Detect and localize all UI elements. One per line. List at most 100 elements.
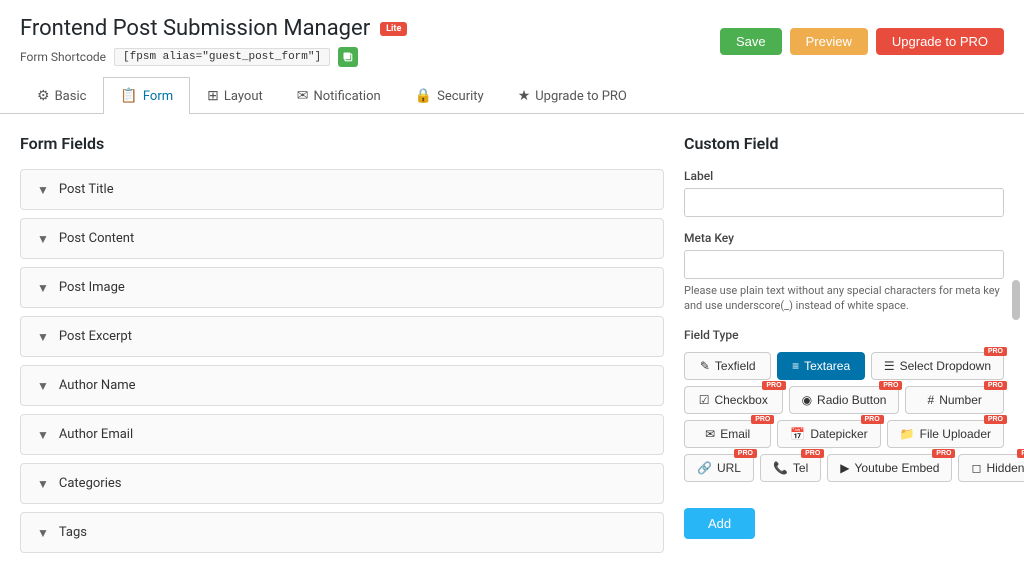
shortcode-value: [fpsm alias="guest_post_form"]	[114, 48, 330, 66]
field-item-categories[interactable]: ▼ Categories	[20, 463, 664, 504]
shortcode-row: Form Shortcode [fpsm alias="guest_post_f…	[20, 47, 407, 67]
field-item-post-content[interactable]: ▼ Post Content	[20, 218, 664, 259]
field-item-post-title[interactable]: ▼ Post Title	[20, 169, 664, 210]
arrow-icon: ▼	[37, 232, 49, 246]
form-fields-panel: Form Fields ▼ Post Title ▼ Post Content …	[20, 134, 664, 561]
tab-upgrade[interactable]: ★ Upgrade to PRO	[501, 77, 644, 114]
lite-badge: Lite	[380, 22, 407, 36]
tab-layout-label: Layout	[224, 89, 263, 104]
type-datepicker[interactable]: 📅 Datepicker PRO	[777, 420, 880, 448]
meta-key-help: Please use plain text without any specia…	[684, 283, 1004, 314]
radio-icon: ◉	[802, 393, 812, 407]
field-label: Post Image	[59, 280, 125, 295]
tab-notification[interactable]: ✉ Notification	[280, 77, 398, 114]
pro-badge: PRO	[879, 381, 902, 390]
main-content: Form Fields ▼ Post Title ▼ Post Content …	[0, 114, 1024, 581]
file-icon: 📁	[900, 427, 915, 441]
title-text: Frontend Post Submission Manager	[20, 16, 370, 41]
header-buttons: Save Preview Upgrade to PRO	[720, 28, 1004, 55]
custom-field-title: Custom Field	[684, 134, 1004, 153]
type-file-uploader[interactable]: 📁 File Uploader PRO	[887, 420, 1004, 448]
shortcode-label: Form Shortcode	[20, 50, 106, 64]
field-type-group: Field Type ✎ Texfield ≡ Textarea	[684, 328, 1004, 482]
tab-basic-label: Basic	[55, 89, 87, 104]
type-tel[interactable]: 📞 Tel PRO	[760, 454, 821, 482]
type-textarea[interactable]: ≡ Textarea	[777, 352, 864, 380]
field-item-author-email[interactable]: ▼ Author Email	[20, 414, 664, 455]
pro-badge: PRO	[932, 449, 955, 458]
meta-key-field-group: Meta Key Please use plain text without a…	[684, 231, 1004, 314]
field-item-author-name[interactable]: ▼ Author Name	[20, 365, 664, 406]
tab-form[interactable]: 📋 Form	[103, 77, 190, 114]
tab-form-label: Form	[143, 89, 173, 104]
arrow-icon: ▼	[37, 330, 49, 344]
type-url[interactable]: 🔗 URL PRO	[684, 454, 754, 482]
field-item-post-image[interactable]: ▼ Post Image	[20, 267, 664, 308]
tabs-nav: ⚙ Basic 📋 Form ⊞ Layout ✉ Notification 🔒…	[0, 77, 1024, 114]
tel-icon: 📞	[773, 461, 788, 475]
field-type-row-1: ✎ Texfield ≡ Textarea ☰ Select Dropdown …	[684, 352, 1004, 380]
dropdown-icon: ☰	[884, 359, 895, 373]
field-label: Categories	[59, 476, 122, 491]
tab-security[interactable]: 🔒 Security	[398, 77, 501, 114]
pro-badge: PRO	[984, 347, 1007, 356]
field-label: Post Content	[59, 231, 134, 246]
arrow-icon: ▼	[37, 379, 49, 393]
pro-badge: PRO	[984, 415, 1007, 424]
security-icon: 🔒	[415, 88, 432, 104]
texfield-icon: ✎	[700, 359, 710, 373]
label-field-group: Label	[684, 169, 1004, 217]
custom-field-panel: Custom Field Label Meta Key Please use p…	[684, 134, 1004, 561]
field-label: Author Email	[59, 427, 133, 442]
pro-badge: PRO	[861, 415, 884, 424]
type-texfield[interactable]: ✎ Texfield	[684, 352, 771, 380]
meta-key-input[interactable]	[684, 250, 1004, 279]
field-type-row-2: ☑ Checkbox PRO ◉ Radio Button PRO # Numb…	[684, 386, 1004, 414]
star-icon: ★	[518, 88, 531, 104]
notification-icon: ✉	[297, 88, 309, 104]
save-button[interactable]: Save	[720, 28, 782, 55]
field-label: Author Name	[59, 378, 136, 393]
arrow-icon: ▼	[37, 183, 49, 197]
type-email[interactable]: ✉ Email PRO	[684, 420, 771, 448]
upgrade-button[interactable]: Upgrade to PRO	[876, 28, 1004, 55]
datepicker-icon: 📅	[790, 427, 805, 441]
layout-icon: ⊞	[207, 88, 219, 104]
number-icon: #	[928, 393, 935, 407]
field-type-row-3: ✉ Email PRO 📅 Datepicker PRO 📁 File Uplo…	[684, 420, 1004, 448]
pro-badge: PRO	[984, 381, 1007, 390]
label-input[interactable]	[684, 188, 1004, 217]
arrow-icon: ▼	[37, 281, 49, 295]
type-youtube-embed[interactable]: ▶ Youtube Embed PRO	[827, 454, 952, 482]
tab-upgrade-label: Upgrade to PRO	[535, 89, 627, 104]
field-label: Post Title	[59, 182, 114, 197]
arrow-icon: ▼	[37, 477, 49, 491]
field-item-tags[interactable]: ▼ Tags	[20, 512, 664, 553]
tab-notification-label: Notification	[313, 89, 380, 104]
add-button[interactable]: Add	[684, 508, 755, 539]
checkbox-icon: ☑	[699, 393, 710, 407]
header-left: Frontend Post Submission Manager Lite Fo…	[20, 16, 407, 67]
copy-icon[interactable]	[338, 47, 358, 67]
type-checkbox[interactable]: ☑ Checkbox PRO	[684, 386, 783, 414]
tab-basic[interactable]: ⚙ Basic	[20, 77, 103, 114]
type-number[interactable]: # Number PRO	[905, 386, 1004, 414]
page-title: Frontend Post Submission Manager Lite	[20, 16, 407, 41]
textarea-icon: ≡	[792, 359, 799, 373]
pro-badge: PRO	[734, 449, 757, 458]
tab-layout[interactable]: ⊞ Layout	[190, 77, 280, 114]
form-fields-title: Form Fields	[20, 134, 664, 153]
field-item-post-excerpt[interactable]: ▼ Post Excerpt	[20, 316, 664, 357]
pro-badge: PRO	[801, 449, 824, 458]
type-select-dropdown[interactable]: ☰ Select Dropdown PRO	[871, 352, 1004, 380]
arrow-icon: ▼	[37, 526, 49, 540]
gear-icon: ⚙	[37, 88, 50, 104]
field-label: Post Excerpt	[59, 329, 132, 344]
url-icon: 🔗	[697, 461, 712, 475]
pro-badge: PRO	[1017, 449, 1024, 458]
field-type-row-4: 🔗 URL PRO 📞 Tel PRO ▶ Youtube Embed	[684, 454, 1004, 482]
preview-button[interactable]: Preview	[790, 28, 868, 55]
type-radio-button[interactable]: ◉ Radio Button PRO	[789, 386, 900, 414]
type-hidden[interactable]: ◻ Hidden PRO	[958, 454, 1024, 482]
pro-badge: PRO	[751, 415, 774, 424]
